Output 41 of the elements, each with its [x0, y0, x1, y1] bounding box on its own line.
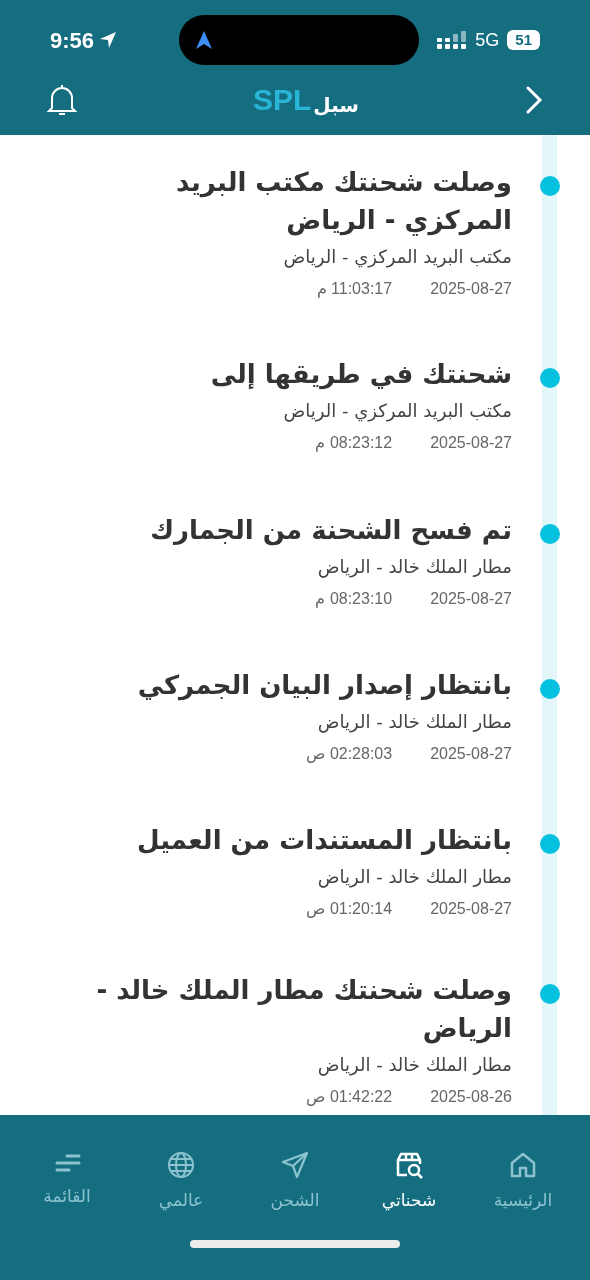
package-search-icon: [394, 1150, 424, 1180]
event-date: 2025-08-27: [430, 433, 512, 453]
event-time: 08:23:12 م: [315, 433, 393, 454]
event-title: بانتظار إصدار البيان الجمركي: [137, 669, 512, 703]
tab-item[interactable]: الشحن: [270, 1188, 320, 1214]
event-location: مطار الملك خالد - الرياض: [317, 865, 512, 890]
globe-icon: [166, 1150, 196, 1180]
event-date: 2025-08-26: [430, 1087, 512, 1107]
event-title: بانتظار المستندات من العميل: [136, 824, 512, 858]
event-title: شحنتك في طريقها إلى: [210, 358, 512, 392]
event-title: وصلت شحنتك مطار الملك خالد - الرياض: [95, 974, 512, 1046]
event-time: 02:28:03 ص: [306, 744, 393, 765]
event-location: مكتب البريد المركزي - الرياض: [283, 245, 512, 270]
event-date: 2025-08-27: [430, 279, 512, 299]
chevron-right-icon[interactable]: [524, 85, 544, 115]
tab-item[interactable]: القائمة: [43, 1184, 91, 1210]
location-arrow-icon: [98, 30, 119, 50]
paper-plane-icon: [280, 1150, 310, 1180]
event-time: 01:42:22 ص: [306, 1087, 393, 1108]
signal-icon: [437, 31, 468, 49]
event-date: 2025-08-27: [430, 899, 512, 919]
event-location: مطار الملك خالد - الرياض: [317, 555, 512, 580]
event-title: تم فسح الشحنة من الجمارك: [150, 514, 512, 548]
status-time: 9:56: [50, 26, 95, 55]
network-label: 5G: [475, 28, 500, 52]
event-date: 2025-08-27: [430, 589, 512, 609]
navigation-icon: [194, 30, 213, 50]
event-location: مطار الملك خالد - الرياض: [317, 1053, 512, 1078]
event-time: 08:23:10 م: [315, 589, 393, 610]
battery-indicator: 51: [507, 30, 540, 50]
notification-bell-icon[interactable]: [46, 83, 78, 117]
tab-item[interactable]: عالمي: [158, 1188, 204, 1214]
event-time: 11:03:17 م: [316, 279, 393, 300]
event-title: وصلت شحنتك مكتب البريد المركزي - الرياض: [175, 166, 512, 238]
tab-item[interactable]: شحناتي: [381, 1188, 437, 1214]
home-icon: [508, 1150, 538, 1180]
event-date: 2025-08-27: [430, 744, 512, 764]
event-time: 01:20:14 ص: [306, 899, 393, 920]
tab-item[interactable]: الرئيسية: [493, 1188, 553, 1214]
event-location: مطار الملك خالد - الرياض: [317, 710, 512, 735]
event-location: مكتب البريد المركزي - الرياض: [283, 399, 512, 424]
